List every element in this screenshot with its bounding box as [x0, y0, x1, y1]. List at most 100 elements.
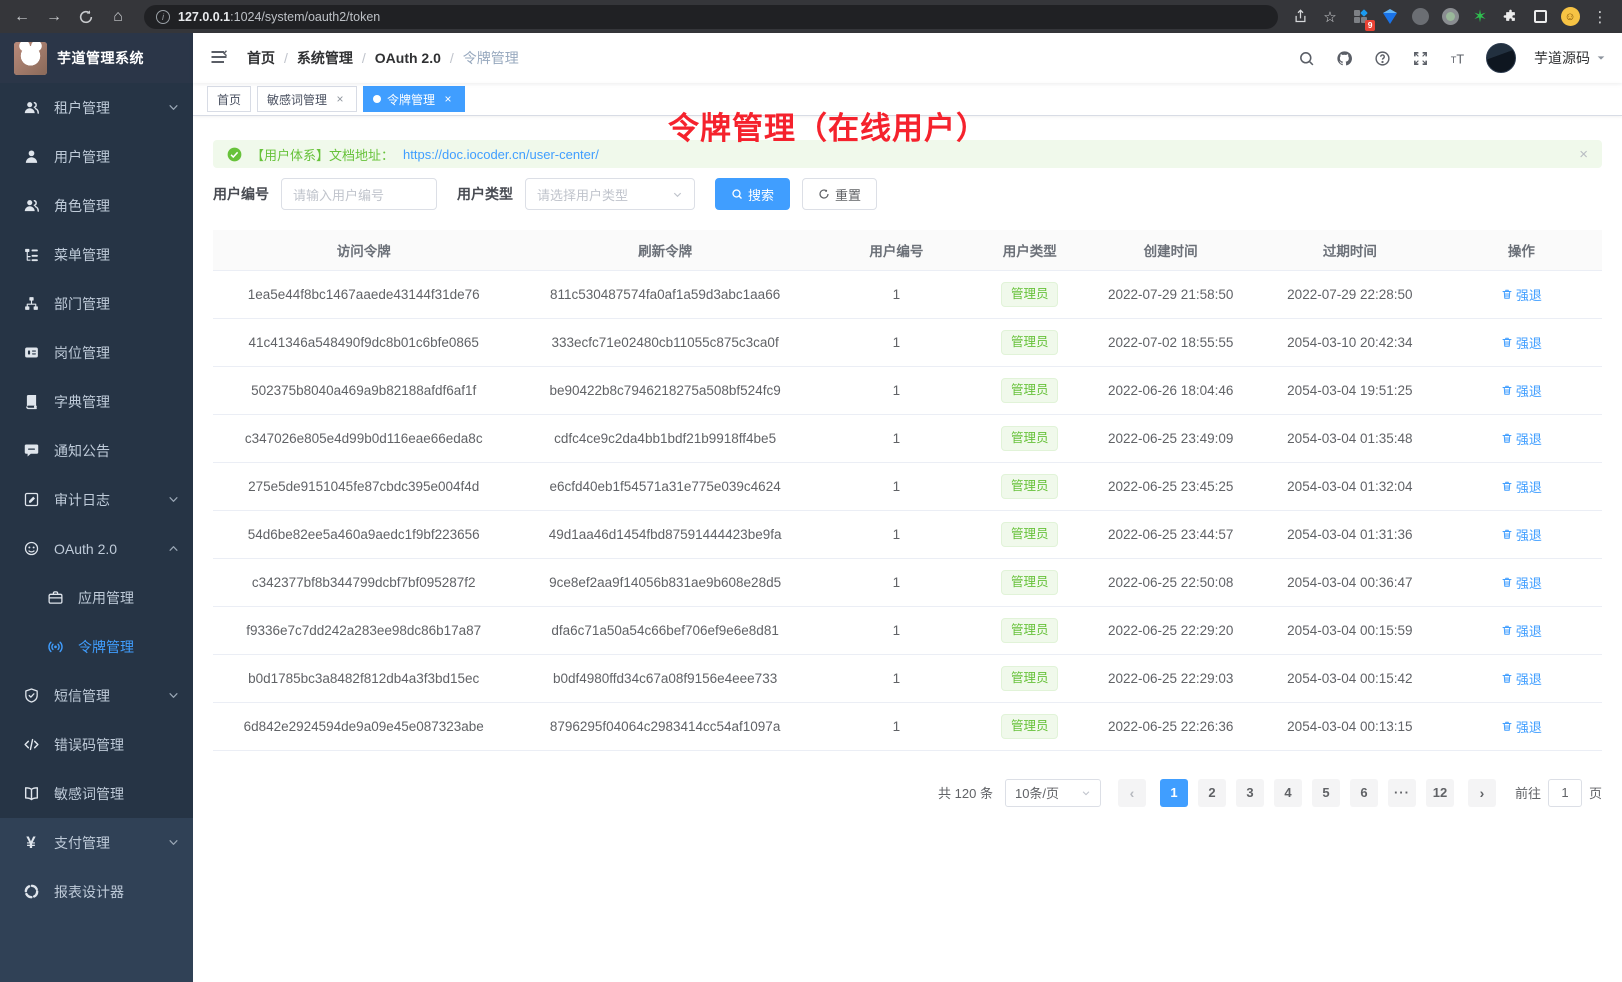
sidebar-item-租户管理[interactable]: 租户管理: [0, 83, 193, 132]
goto-page-input[interactable]: [1548, 779, 1582, 807]
reset-button-label: 重置: [835, 185, 861, 204]
sidebar-item-敏感词管理[interactable]: 敏感词管理: [0, 769, 193, 818]
sidebar-item-错误码管理[interactable]: 错误码管理: [0, 720, 193, 769]
sidebar-item-令牌管理[interactable]: 令牌管理: [0, 622, 193, 671]
breadcrumb-item-OAuth 2.0[interactable]: OAuth 2.0: [375, 50, 441, 66]
page-button-4[interactable]: 4: [1274, 779, 1302, 807]
expire-time-cell: 2054-03-04 00:15:59: [1259, 606, 1441, 654]
app-logo: [14, 42, 47, 75]
sidebar-item-label: 部门管理: [54, 294, 110, 314]
profile-avatar-icon[interactable]: ☺: [1560, 7, 1580, 27]
extensions-puzzle-icon[interactable]: [1500, 7, 1520, 27]
tab-首页[interactable]: 首页: [207, 86, 251, 112]
tab-close-icon[interactable]: ×: [333, 92, 347, 106]
sidebar-item-角色管理[interactable]: 角色管理: [0, 181, 193, 230]
sidebar-menu: 租户管理用户管理角色管理菜单管理部门管理岗位管理字典管理通知公告审计日志OAut…: [0, 83, 193, 982]
bookmark-star-icon[interactable]: ☆: [1320, 7, 1340, 27]
reload-icon[interactable]: [72, 3, 100, 31]
tab-敏感词管理[interactable]: 敏感词管理×: [257, 86, 357, 112]
hamburger-icon[interactable]: [209, 47, 231, 69]
sidebar-item-OAuth 2.0[interactable]: OAuth 2.0: [0, 524, 193, 573]
reset-button[interactable]: 重置: [802, 178, 877, 210]
force-logout-button[interactable]: 强退: [1501, 333, 1542, 352]
user-type-cell: 管理员: [977, 462, 1083, 510]
prev-page-button[interactable]: ‹: [1118, 779, 1146, 807]
tab-layout-icon[interactable]: [1530, 7, 1550, 27]
back-icon[interactable]: ←: [8, 3, 36, 31]
refresh-token-cell: b0df4980ffd34c67a08f9156e4eee733: [514, 654, 815, 702]
gem-extension-icon[interactable]: [1380, 7, 1400, 27]
sidebar-item-报表设计器[interactable]: 报表设计器: [0, 867, 193, 916]
extension-grid-icon[interactable]: 9: [1350, 7, 1370, 27]
forward-icon[interactable]: →: [40, 3, 68, 31]
page-button-12[interactable]: 12: [1426, 779, 1454, 807]
user-type-cell: 管理员: [977, 414, 1083, 462]
sidebar-item-菜单管理[interactable]: 菜单管理: [0, 230, 193, 279]
fullscreen-icon[interactable]: [1410, 48, 1430, 68]
force-logout-button[interactable]: 强退: [1501, 285, 1542, 304]
page-button-2[interactable]: 2: [1198, 779, 1226, 807]
sidebar-item-label: 应用管理: [78, 588, 134, 608]
tab-close-icon[interactable]: ×: [441, 92, 455, 106]
page-size-select[interactable]: 10条/页: [1005, 779, 1101, 807]
sidebar-item-通知公告[interactable]: 通知公告: [0, 426, 193, 475]
user-type-select[interactable]: 请选择用户类型: [525, 178, 695, 210]
user-type-label: 用户类型: [457, 184, 513, 204]
font-size-icon[interactable]: TT: [1448, 48, 1468, 68]
sidebar-item-字典管理[interactable]: 字典管理: [0, 377, 193, 426]
home-icon[interactable]: ⌂: [104, 3, 132, 31]
sidebar-item-支付管理[interactable]: ¥支付管理: [0, 818, 193, 867]
chevron-down-icon: [168, 494, 179, 505]
green-circle-extension-icon[interactable]: [1440, 7, 1460, 27]
search-button[interactable]: 搜索: [715, 178, 790, 210]
more-pages-button[interactable]: ···: [1388, 779, 1416, 807]
sidebar-item-部门管理[interactable]: 部门管理: [0, 279, 193, 328]
app-logo-bar[interactable]: 芋道管理系统: [0, 33, 193, 83]
force-logout-button[interactable]: 强退: [1501, 381, 1542, 400]
next-page-button[interactable]: ›: [1468, 779, 1496, 807]
page-button-1[interactable]: 1: [1160, 779, 1188, 807]
access-token-cell: 6d842e2924594de9a09e45e087323abe: [213, 702, 514, 750]
doc-link[interactable]: https://doc.iocoder.cn/user-center/: [403, 147, 599, 162]
share-icon[interactable]: [1290, 7, 1310, 27]
force-logout-button[interactable]: 强退: [1501, 621, 1542, 640]
page-button-6[interactable]: 6: [1350, 779, 1378, 807]
sidebar-item-用户管理[interactable]: 用户管理: [0, 132, 193, 181]
help-icon[interactable]: [1372, 48, 1392, 68]
force-logout-label: 强退: [1516, 717, 1542, 736]
page-info-icon[interactable]: i: [156, 10, 170, 24]
pagination: 共 120 条 10条/页 ‹ 123456···12 › 前往 页: [213, 779, 1602, 807]
page-button-3[interactable]: 3: [1236, 779, 1264, 807]
force-logout-button[interactable]: 强退: [1501, 525, 1542, 544]
force-logout-button[interactable]: 强退: [1501, 573, 1542, 592]
github-icon[interactable]: [1334, 48, 1354, 68]
address-bar[interactable]: i 127.0.0.1:1024/system/oauth2/token: [144, 5, 1278, 29]
browser-menu-icon[interactable]: ⋮: [1590, 7, 1610, 27]
page-button-5[interactable]: 5: [1312, 779, 1340, 807]
force-logout-button[interactable]: 强退: [1501, 429, 1542, 448]
force-logout-button[interactable]: 强退: [1501, 717, 1542, 736]
header-search-icon[interactable]: [1296, 48, 1316, 68]
sidebar-item-应用管理[interactable]: 应用管理: [0, 573, 193, 622]
search-icon: [731, 188, 743, 200]
user-id-cell: 1: [816, 606, 977, 654]
table-row: c347026e805e4d99b0d116eae66eda8ccdfc4ce9…: [213, 414, 1602, 462]
sidebar-item-岗位管理[interactable]: 岗位管理: [0, 328, 193, 377]
action-cell: 强退: [1441, 558, 1602, 606]
breadcrumb-item-首页[interactable]: 首页: [247, 48, 275, 68]
tab-令牌管理[interactable]: 令牌管理×: [363, 86, 465, 112]
user-menu[interactable]: 芋道源码: [1534, 48, 1606, 68]
force-logout-button[interactable]: 强退: [1501, 669, 1542, 688]
sidebar-item-短信管理[interactable]: 短信管理: [0, 671, 193, 720]
username: 芋道源码: [1534, 48, 1590, 68]
breadcrumb-item-系统管理[interactable]: 系统管理: [297, 48, 353, 68]
user-id-input[interactable]: 请输入用户编号: [281, 178, 437, 210]
force-logout-button[interactable]: 强退: [1501, 477, 1542, 496]
dark-circle-extension-icon[interactable]: [1410, 7, 1430, 27]
refresh-token-cell: 9ce8ef2aa9f14056b831ae9b608e28d5: [514, 558, 815, 606]
sidebar-item-审计日志[interactable]: 审计日志: [0, 475, 193, 524]
alert-close-icon[interactable]: ×: [1579, 146, 1588, 163]
url-host: 127.0.0.1: [178, 10, 230, 24]
user-avatar[interactable]: [1486, 43, 1516, 73]
vue-devtools-icon[interactable]: ✶: [1470, 7, 1490, 27]
